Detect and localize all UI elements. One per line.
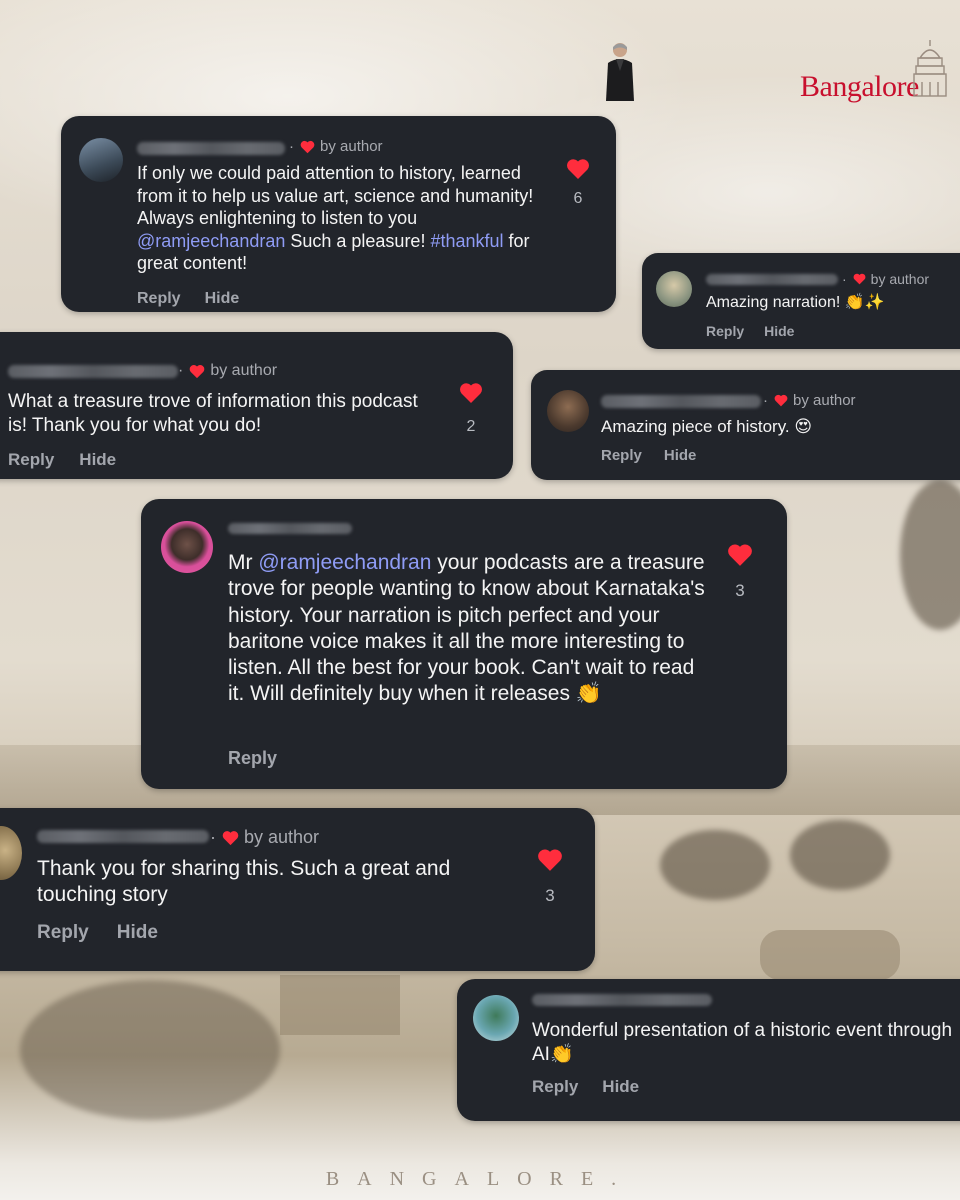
like-control[interactable]: 3 <box>533 848 567 906</box>
comment-card: · by author If only we could paid attent… <box>61 116 616 312</box>
heart-icon <box>460 383 482 403</box>
author-like-badge: · by author <box>210 827 320 847</box>
temple-logo-icon <box>913 40 947 97</box>
background-tree <box>660 830 770 900</box>
comment-text: Amazing narration! 👏✨ <box>706 294 885 311</box>
heart-icon <box>222 830 239 845</box>
comment-text: Thank you for sharing this. Such a great… <box>37 857 451 907</box>
footer-caption: BANGALORE. <box>325 1168 635 1190</box>
avatar[interactable] <box>656 271 692 307</box>
author-like-badge: · by author <box>178 362 278 379</box>
mention-link[interactable]: @ramjeechandran <box>137 231 285 251</box>
reply-button[interactable]: Reply <box>532 1077 578 1097</box>
like-count: 3 <box>735 581 745 600</box>
comment-card: · by author Thank you for sharing this. … <box>0 808 595 971</box>
heart-icon <box>567 159 589 179</box>
avatar[interactable] <box>473 995 519 1041</box>
reply-button[interactable]: Reply <box>228 748 277 769</box>
comment-actions: Reply <box>228 748 277 769</box>
like-control[interactable]: 6 <box>561 158 595 208</box>
author-like-badge: · by author <box>763 392 856 409</box>
brand-logo: Bangalore <box>800 70 919 103</box>
reply-button[interactable]: Reply <box>37 922 89 944</box>
heart-icon <box>190 364 205 378</box>
hide-button[interactable]: Hide <box>764 323 794 339</box>
comment-actions: Reply Hide <box>706 323 794 339</box>
comment-text: Mr @ramjeechandran your podcasts are a t… <box>228 551 705 706</box>
avatar[interactable] <box>161 521 213 573</box>
like-count: 6 <box>573 190 583 207</box>
hide-button[interactable]: Hide <box>117 922 158 944</box>
like-count: 2 <box>466 418 476 435</box>
comment-card: Wonderful presentation of a historic eve… <box>457 979 960 1121</box>
blurred-username[interactable] <box>137 142 285 155</box>
comment-actions: Reply Hide <box>37 922 158 944</box>
comment-card: · by author Amazing piece of history. 😍 … <box>531 370 960 480</box>
comment-text: What a treasure trove of information thi… <box>8 391 418 436</box>
comment-card: Mr @ramjeechandran your podcasts are a t… <box>141 499 787 789</box>
blurred-username[interactable] <box>37 830 209 843</box>
comment-card: · by author Amazing narration! 👏✨ Reply … <box>642 253 960 349</box>
blurred-username[interactable] <box>532 994 712 1006</box>
blurred-username[interactable] <box>706 274 838 285</box>
hashtag-link[interactable]: #thankful <box>430 231 503 251</box>
reply-button[interactable]: Reply <box>601 447 642 464</box>
heart-icon <box>300 140 315 153</box>
comment-text: If only we could paid attention to histo… <box>137 163 534 273</box>
blurred-username[interactable] <box>601 395 761 408</box>
hide-button[interactable]: Hide <box>205 290 240 308</box>
reply-button[interactable]: Reply <box>706 323 744 339</box>
avatar[interactable] <box>0 826 22 880</box>
comment-actions: Reply Hide <box>137 290 239 308</box>
hide-button[interactable]: Hide <box>79 450 116 470</box>
background-bushes <box>20 980 280 1120</box>
reply-button[interactable]: Reply <box>137 290 181 308</box>
background-ruin <box>280 975 400 1035</box>
hide-button[interactable]: Hide <box>664 447 697 464</box>
comment-actions: Reply Hide <box>601 447 696 464</box>
mention-link[interactable]: @ramjeechandran <box>258 551 431 574</box>
host-photo <box>606 43 634 101</box>
blurred-username[interactable] <box>8 365 178 378</box>
background-tree <box>790 820 890 890</box>
like-control[interactable]: 2 <box>454 382 488 436</box>
background-ruin <box>760 930 900 980</box>
avatar[interactable] <box>79 138 123 182</box>
avatar[interactable] <box>547 390 589 432</box>
heart-icon <box>728 544 752 566</box>
heart-icon <box>774 394 788 407</box>
heart-icon <box>853 273 866 285</box>
hide-button[interactable]: Hide <box>602 1077 639 1097</box>
reply-button[interactable]: Reply <box>8 450 54 470</box>
blurred-username[interactable] <box>228 523 352 534</box>
comment-text: Amazing piece of history. 😍 <box>601 417 813 436</box>
author-like-badge: · by author <box>842 271 930 287</box>
heart-icon <box>538 849 562 871</box>
comment-card: · by author What a treasure trove of inf… <box>0 332 513 479</box>
like-count: 3 <box>545 886 555 905</box>
comment-actions: Reply Hide <box>8 450 116 470</box>
author-like-badge: · by author <box>289 138 383 155</box>
like-control[interactable]: 3 <box>723 543 757 601</box>
comment-actions: Reply Hide <box>532 1077 639 1097</box>
comment-text: Wonderful presentation of a historic eve… <box>532 1020 953 1065</box>
